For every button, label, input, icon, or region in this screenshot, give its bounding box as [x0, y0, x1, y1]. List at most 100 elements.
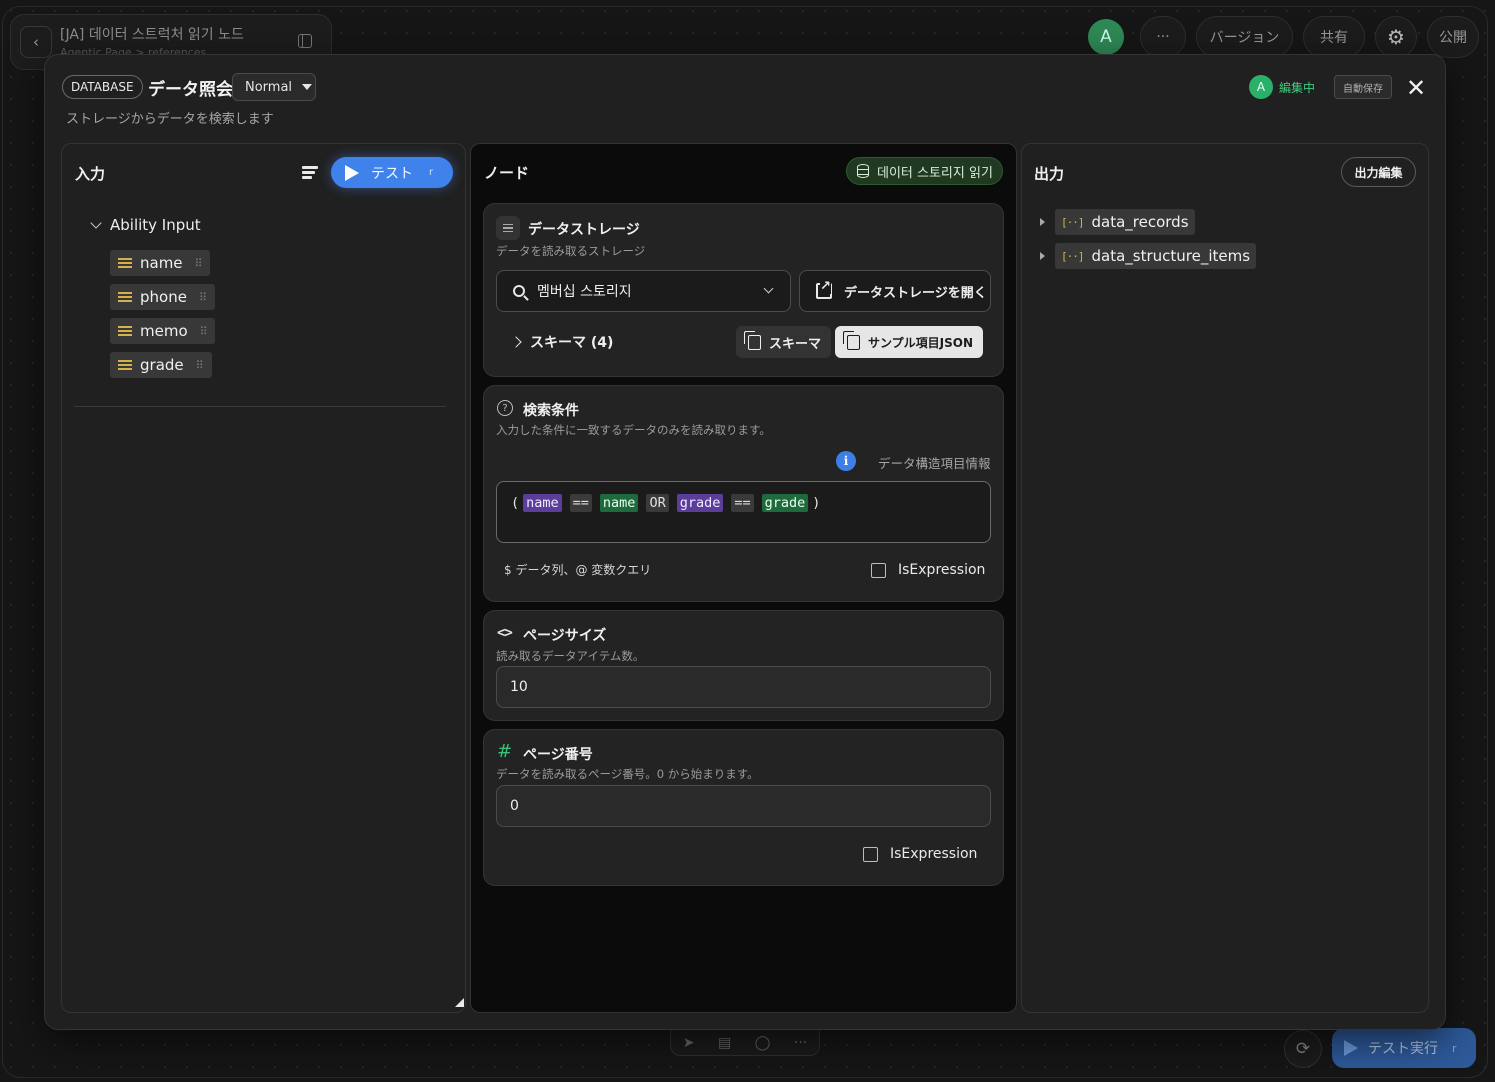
copy-icon — [843, 330, 860, 350]
copy-schema-button[interactable]: スキーマ — [736, 326, 831, 358]
is-expression-label: IsExpression — [890, 846, 978, 862]
caret-right-icon[interactable] — [1040, 252, 1045, 260]
output-chip[interactable]: [··] data_structure_items — [1055, 243, 1257, 269]
mode-value: Normal — [245, 79, 293, 95]
input-field-label: grade — [140, 356, 184, 374]
caret-right-icon[interactable] — [1040, 218, 1045, 226]
autosave-badge[interactable]: 自動保存 — [1334, 75, 1392, 99]
code-icon: <> — [497, 625, 513, 641]
test-button[interactable]: テスト r — [331, 157, 453, 188]
expression-token: == — [569, 494, 592, 512]
node-type-label: 데이터 스토리지 읽기 — [877, 165, 993, 181]
back-button[interactable]: ‹ — [20, 26, 52, 58]
page-number-title: ページ番号 — [523, 747, 593, 763]
workflow-title: [JA] 데이터 스트럭처 읽기 노드 — [60, 27, 244, 43]
copy-sample-label: サンプル項目JSON — [868, 335, 973, 350]
checkbox-icon[interactable] — [871, 562, 886, 578]
search-icon — [513, 285, 525, 297]
hash-icon: # — [497, 741, 513, 762]
input-field-chip[interactable]: grade ⠿ — [110, 352, 212, 378]
storage-selected-value: 멤버십 스토리지 — [537, 284, 632, 300]
text-field-icon — [118, 326, 132, 336]
sidebar-toggle-icon[interactable] — [298, 34, 312, 48]
search-is-expression-checkbox[interactable]: IsExpression — [871, 562, 985, 578]
mode-select[interactable]: Normal — [232, 73, 316, 101]
more-icon[interactable]: ··· — [794, 1035, 807, 1051]
ability-input-group[interactable]: Ability Input — [88, 216, 201, 234]
comment-icon[interactable]: ◯ — [755, 1035, 771, 1051]
input-field-label: name — [140, 254, 183, 272]
input-field-chip[interactable]: phone ⠿ — [110, 284, 215, 310]
settings-button[interactable]: ⚙ — [1375, 16, 1417, 58]
search-description: 入力した条件に一致するデータのみを読み取ります。 — [496, 423, 771, 437]
category-badge: DATABASE — [62, 75, 143, 99]
search-title: 検索条件 — [523, 403, 579, 419]
open-storage-button[interactable]: データストレージを開く — [799, 270, 991, 312]
output-item[interactable]: [··] data_records — [1040, 209, 1195, 235]
expression-token: OR — [646, 494, 669, 512]
output-item-label: data_records — [1091, 213, 1189, 231]
schema-toggle[interactable]: スキーマ (4) — [510, 332, 613, 352]
expression-close-paren: ) — [812, 495, 821, 511]
publish-button[interactable]: 公開 — [1427, 16, 1479, 58]
note-icon[interactable]: ▤ — [718, 1035, 731, 1051]
play-icon — [1344, 1040, 1358, 1056]
share-button[interactable]: 共有 — [1303, 16, 1365, 58]
storage-select[interactable]: 멤버십 스토리지 — [496, 270, 791, 312]
text-field-icon — [118, 360, 132, 370]
storage-title: データストレージ — [528, 222, 640, 238]
input-field-chip[interactable]: name ⠿ — [110, 250, 210, 276]
editing-status: 編集中 — [1279, 81, 1316, 95]
checkbox-icon[interactable] — [863, 846, 878, 862]
modal-description: ストレージからデータを検索します — [66, 112, 274, 127]
expression-token: name — [523, 494, 562, 512]
input-divider — [74, 406, 446, 407]
array-icon: [··] — [1061, 249, 1084, 263]
database-icon — [857, 164, 869, 178]
close-button[interactable]: ✕ — [1404, 76, 1428, 100]
gear-icon: ⚙ — [1387, 25, 1405, 49]
input-field-chip[interactable]: memo ⠿ — [110, 318, 215, 344]
external-link-icon — [816, 279, 832, 299]
output-chip[interactable]: [··] data_records — [1055, 209, 1195, 235]
chevron-right-icon — [510, 336, 522, 348]
chevron-down-icon — [90, 217, 102, 229]
query-hint: $ データ列、@ 変数クエリ — [504, 563, 652, 577]
search-expression-editor[interactable]: (name == name OR grade == grade) — [496, 481, 991, 543]
data-structure-info-link[interactable]: データ構造項目情報 — [878, 453, 991, 472]
page-size-description: 読み取るデータアイテム数。 — [496, 649, 645, 663]
pointer-icon[interactable]: ➤ — [683, 1035, 695, 1051]
history-button[interactable]: ⟳ — [1284, 1030, 1322, 1068]
copy-sample-json-button[interactable]: サンプル項目JSON — [835, 326, 983, 358]
page-number-value: 0 — [510, 798, 519, 814]
page-size-value: 10 — [510, 679, 528, 695]
chevron-down-icon — [763, 283, 774, 294]
edit-output-button[interactable]: 出力編集 — [1341, 157, 1416, 187]
input-field-label: phone — [140, 288, 187, 306]
output-panel-title: 出力 — [1034, 165, 1065, 183]
page-number-is-expression-checkbox[interactable]: IsExpression — [863, 846, 977, 862]
output-panel — [1021, 143, 1429, 1013]
run-test-button[interactable]: テスト実行 r — [1332, 1028, 1476, 1068]
expression-token: grade — [676, 494, 724, 512]
resize-handle-icon[interactable] — [455, 998, 464, 1007]
more-button[interactable]: ··· — [1140, 16, 1186, 58]
drag-handle-icon[interactable]: ⠿ — [195, 257, 203, 270]
version-button[interactable]: バージョン — [1196, 16, 1293, 58]
expression-token: == — [731, 494, 754, 512]
output-item[interactable]: [··] data_structure_items — [1040, 243, 1257, 269]
page-number-input[interactable]: 0 — [496, 785, 991, 827]
play-icon — [345, 164, 359, 181]
page-size-input[interactable]: 10 — [496, 666, 991, 708]
is-expression-label: IsExpression — [898, 562, 986, 578]
refresh-icon: ⟳ — [1295, 1039, 1311, 1059]
info-icon[interactable]: i — [836, 451, 856, 471]
list-view-icon[interactable] — [302, 166, 318, 180]
drag-handle-icon[interactable]: ⠿ — [196, 359, 204, 372]
text-field-icon — [118, 292, 132, 302]
drag-handle-icon[interactable]: ⠿ — [200, 325, 208, 338]
drag-handle-icon[interactable]: ⠿ — [199, 291, 207, 304]
test-shortcut: r — [429, 167, 434, 178]
user-avatar[interactable]: A — [1088, 19, 1124, 55]
array-icon: [··] — [1061, 215, 1084, 229]
